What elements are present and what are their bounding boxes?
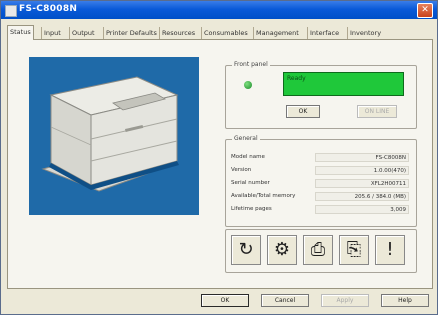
model-name-value: FS-C8008N (315, 153, 409, 162)
tab-interface[interactable]: Interface (307, 27, 341, 39)
lcd-text: Ready (287, 75, 306, 82)
refresh-icon[interactable]: ↻ (231, 235, 261, 265)
alert-icon[interactable]: ! (375, 235, 405, 265)
network-icon[interactable]: ⚙ (267, 235, 297, 265)
tab-consumables[interactable]: Consumables (201, 27, 250, 39)
tab-status[interactable]: Status (7, 25, 34, 40)
title-bar[interactable]: FS-C8008N ✕ (1, 1, 437, 19)
tab-printer-defaults[interactable]: Printer Defaults (103, 27, 159, 39)
tab-resources[interactable]: Resources (159, 27, 197, 39)
memory-value: 205.6 / 384.0 (MB) (315, 192, 409, 201)
ok-button[interactable]: OK (201, 294, 249, 307)
window-title: FS-C8008N (19, 4, 78, 14)
printer-icon (5, 5, 17, 17)
tab-management[interactable]: Management (253, 27, 301, 39)
ok-panel-button[interactable]: OK (286, 105, 320, 118)
online-panel-button[interactable]: ON LINE (357, 105, 397, 118)
lcd-display: Ready (283, 72, 404, 96)
close-button[interactable]: ✕ (417, 3, 433, 18)
tab-inventory[interactable]: Inventory (347, 27, 383, 39)
model-name-label: Model name (231, 154, 265, 160)
memory-label: Available/Total memory (231, 193, 296, 199)
lifetime-pages-value: 3,009 (315, 205, 409, 214)
tab-strip: Status Input Output Printer Defaults Res… (7, 25, 433, 40)
print-network-page-icon[interactable]: ⎘ (339, 235, 369, 265)
tab-input[interactable]: Input (41, 27, 63, 39)
lifetime-pages-label: Lifetime pages (231, 206, 272, 212)
tab-output[interactable]: Output (69, 27, 97, 39)
printer-illustration (29, 57, 199, 215)
help-button[interactable]: Help (381, 294, 429, 307)
serial-number-value: XFL2H00711 (315, 179, 409, 188)
printer-properties-window: FS-C8008N ✕ Status Input Output Printer … (0, 0, 438, 315)
serial-number-label: Serial number (231, 180, 270, 186)
cancel-button[interactable]: Cancel (261, 294, 309, 307)
print-status-page-icon[interactable]: ⎙ (303, 235, 333, 265)
front-panel-label: Front panel (232, 61, 270, 68)
version-value: 1.0.00(470) (315, 166, 409, 175)
version-label: Version (231, 167, 252, 173)
apply-button[interactable]: Apply (321, 294, 369, 307)
status-led (244, 81, 252, 89)
general-label: General (232, 135, 260, 142)
